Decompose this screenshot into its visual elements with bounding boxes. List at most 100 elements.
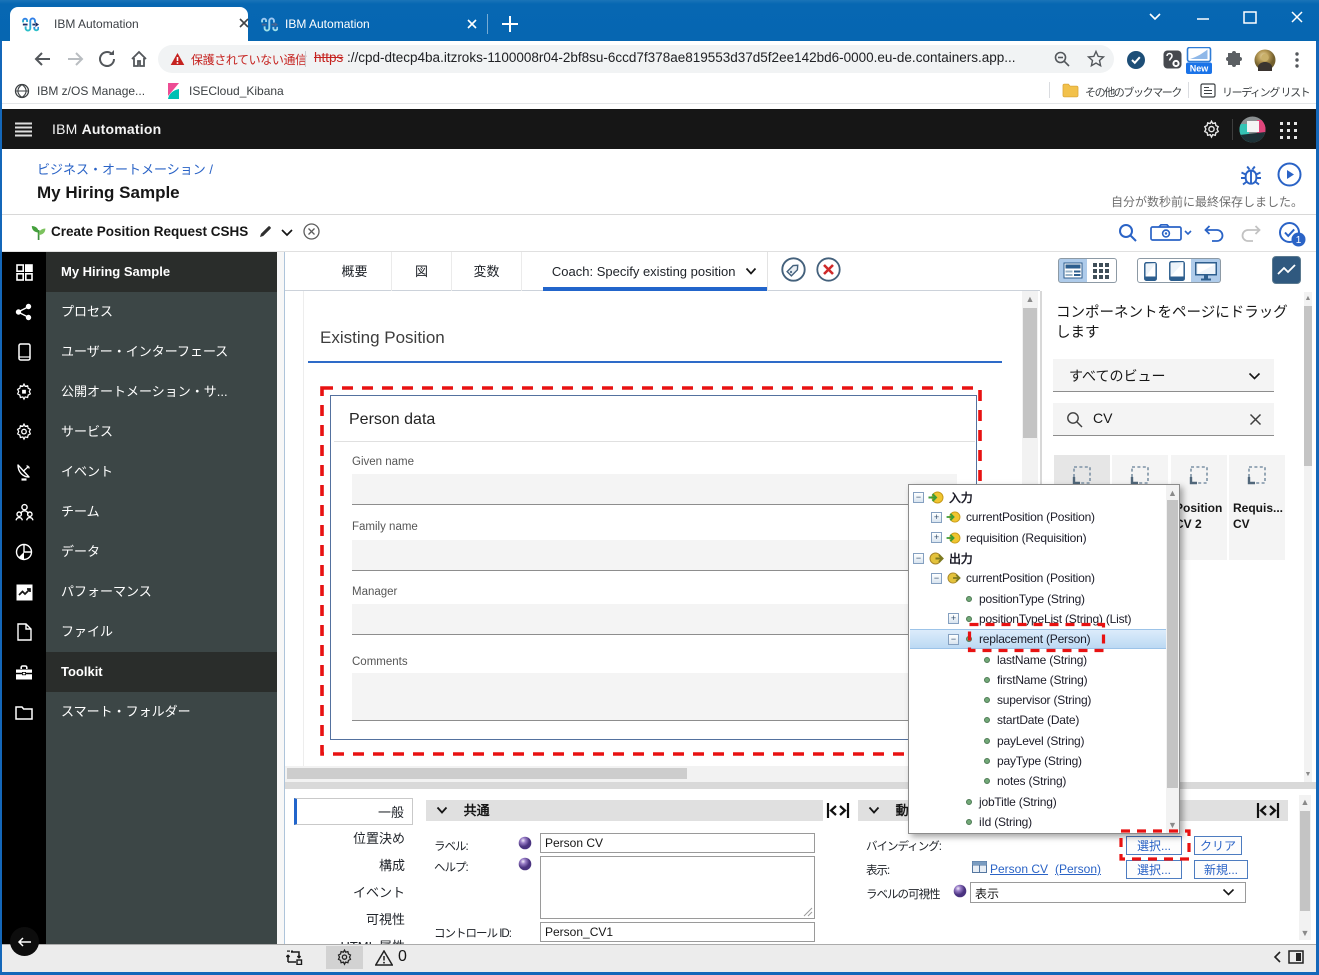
desktop-preview-toggle[interactable]: [1191, 258, 1221, 283]
validate-check-icon[interactable]: 1: [1278, 221, 1306, 247]
label-visibility-orb-icon[interactable]: [953, 884, 967, 898]
help-inherit-orb-icon[interactable]: [518, 857, 532, 871]
tree-row-output[interactable]: − 出力: [910, 548, 1167, 568]
sidebar-item-data[interactable]: データ: [46, 532, 277, 572]
tree-row-firstname[interactable]: firstName (String): [910, 670, 1167, 690]
breadcrumb[interactable]: ビジネス・オートメーション /: [37, 159, 213, 178]
collapse-sidebar-fab[interactable]: [10, 927, 39, 956]
toolkit-icon[interactable]: [2, 652, 46, 692]
expand-expander-icon[interactable]: +: [931, 532, 942, 544]
label-input[interactable]: Person CV: [540, 833, 815, 853]
snapshot-camera-icon[interactable]: [1150, 224, 1192, 242]
properties-scrollbar[interactable]: ▲ ▼: [1299, 795, 1311, 940]
clear-errors-icon[interactable]: [816, 257, 841, 282]
tab-overview[interactable]: 概要: [318, 252, 392, 291]
reading-list[interactable]: リーディング リスト: [1222, 84, 1311, 100]
manager-input[interactable]: [352, 604, 957, 635]
settings-gear-icon[interactable]: [1202, 120, 1221, 139]
family-name-input[interactable]: [352, 540, 957, 571]
window-maximize-button[interactable]: [1238, 5, 1262, 29]
events-icon[interactable]: [2, 452, 46, 492]
tree-row-supervisor[interactable]: supervisor (String): [910, 690, 1167, 710]
prop-tab-visibility[interactable]: 可視性: [294, 906, 413, 933]
sidebar-item-files[interactable]: ファイル: [46, 612, 277, 652]
tree-row-currentposition-in[interactable]: + currentPosition (Position): [910, 507, 1167, 527]
browser-tab-active[interactable]: IBM Automation: [10, 7, 249, 41]
zoom-out-icon[interactable]: [1053, 50, 1071, 68]
sidebar-item-teams[interactable]: チーム: [46, 492, 277, 532]
popup-scrollbar[interactable]: ▲ ▼: [1166, 485, 1179, 833]
tree-row-paytype[interactable]: payType (String): [910, 751, 1167, 771]
component-search-input[interactable]: CV: [1053, 403, 1274, 436]
user-interface-icon[interactable]: [2, 332, 46, 372]
validation-warning-icon[interactable]: [375, 950, 393, 966]
window-close-button[interactable]: [1285, 5, 1309, 29]
hamburger-menu-icon[interactable]: [15, 122, 32, 137]
binding-select-button[interactable]: 選択...: [1126, 836, 1182, 855]
bookmark-zos[interactable]: IBM z/OS Manage...: [37, 84, 145, 98]
process-icon[interactable]: [2, 292, 46, 332]
tree-row-jobtitle[interactable]: jobTitle (String): [910, 792, 1167, 812]
panel-toggle-icon[interactable]: [1288, 950, 1304, 964]
label-visibility-select[interactable]: 表示: [970, 882, 1246, 903]
sidebar-scrollbar[interactable]: [277, 252, 284, 944]
palette-tile-requisition-cv[interactable]: Requis... CV: [1229, 455, 1285, 560]
sidebar-item-process[interactable]: プロセス: [46, 292, 277, 332]
binding-clear-button[interactable]: クリア: [1194, 836, 1242, 855]
data-icon[interactable]: [2, 532, 46, 572]
expand-expander-icon[interactable]: +: [948, 613, 959, 625]
home-icon[interactable]: [128, 48, 150, 70]
control-id-input[interactable]: Person_CV1: [540, 922, 815, 942]
extension-new-icon[interactable]: New: [1184, 47, 1214, 74]
smart-folder-icon[interactable]: [2, 692, 46, 732]
back-icon[interactable]: [32, 48, 54, 70]
common-section-header[interactable]: 共通: [426, 800, 823, 821]
view-type-link[interactable]: (Person): [1055, 862, 1101, 876]
tree-row-lastname[interactable]: lastName (String): [910, 649, 1167, 669]
sidebar-item-toolkit[interactable]: Toolkit: [46, 652, 277, 692]
theme-tag-icon[interactable]: [781, 257, 806, 282]
other-bookmarks[interactable]: その他のブックマーク: [1085, 84, 1182, 100]
collapse-expander-icon[interactable]: −: [913, 491, 924, 503]
sync-icon[interactable]: [286, 950, 303, 965]
security-warning-icon[interactable]: [170, 52, 185, 66]
exposed-automation-icon[interactable]: [2, 372, 46, 412]
forward-icon[interactable]: [64, 48, 86, 70]
sidebar-item-my-hiring-sample[interactable]: My Hiring Sample: [46, 252, 277, 292]
browser-menu-kebab-icon[interactable]: [1287, 49, 1307, 71]
collapse-chevron-icon[interactable]: [1272, 950, 1282, 964]
extensions-puzzle-icon[interactable]: [1224, 50, 1245, 71]
tab-variables[interactable]: 変数: [452, 252, 522, 291]
settings-toggle-button[interactable]: [326, 946, 363, 969]
profile-avatar[interactable]: [1254, 49, 1276, 71]
sidebar-item-exposed-automation[interactable]: 公開オートメーション・サ...: [46, 372, 277, 412]
bookmark-kibana[interactable]: ISECloud_Kibana: [189, 84, 284, 98]
reload-icon[interactable]: [96, 48, 118, 70]
sidebar-item-services[interactable]: サービス: [46, 412, 277, 452]
services-icon[interactable]: [2, 412, 46, 452]
tree-row-iid[interactable]: iId (String): [910, 812, 1167, 832]
browser-tab-2[interactable]: IBM Automation: [252, 7, 486, 41]
tab-2-close-icon[interactable]: [464, 16, 480, 32]
app-grid-icon[interactable]: [2, 252, 46, 292]
prop-tab-positioning[interactable]: 位置決め: [294, 825, 413, 852]
redo-icon[interactable]: [1240, 224, 1262, 242]
user-avatar[interactable]: [1239, 116, 1266, 143]
window-minimize-button[interactable]: [1191, 9, 1215, 25]
collapse-expander-icon[interactable]: −: [948, 633, 959, 645]
performance-icon[interactable]: [2, 572, 46, 612]
clear-search-icon[interactable]: [1249, 413, 1262, 426]
tree-row-input[interactable]: − 入力: [910, 487, 1167, 507]
tree-row-requisition[interactable]: + requisition (Requisition): [910, 528, 1167, 548]
sidebar-item-events[interactable]: イベント: [46, 452, 277, 492]
given-name-input[interactable]: [352, 474, 957, 505]
artifact-chevron-icon[interactable]: [280, 228, 294, 238]
label-inherit-orb-icon[interactable]: [518, 836, 532, 850]
tab-coach-active[interactable]: Coach: Specify existing position: [542, 252, 768, 291]
extension-clipboard-icon[interactable]: [1163, 50, 1182, 69]
app-switcher-icon[interactable]: [1280, 122, 1297, 139]
edit-pencil-icon[interactable]: [258, 224, 273, 239]
view-new-button[interactable]: 新規...: [1194, 860, 1248, 879]
prop-tab-events[interactable]: イベント: [294, 879, 413, 906]
expand-common-icon[interactable]: [826, 801, 850, 820]
